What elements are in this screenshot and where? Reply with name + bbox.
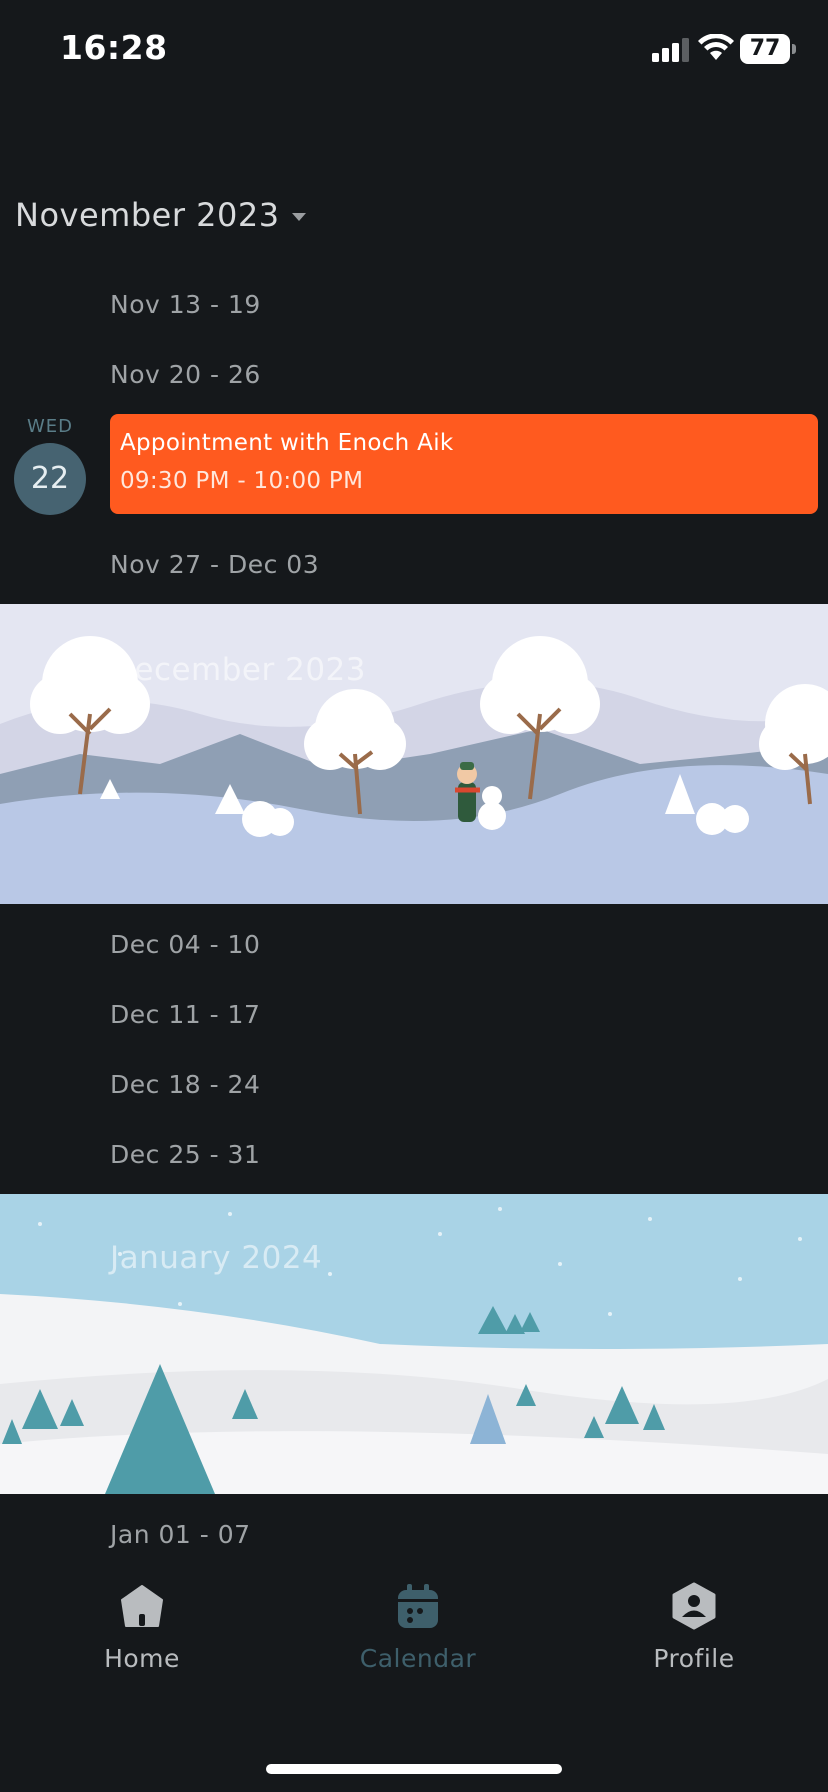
week-row[interactable]: Dec 11 - 17 [110,1000,260,1029]
month-selector[interactable]: November 2023 [15,196,306,234]
wifi-icon [698,34,734,60]
battery-icon: 77 [740,34,796,64]
caret-down-icon [291,213,306,221]
january-banner-title: January 2024 [110,1240,323,1276]
day-weekday: WED [26,416,74,437]
event-card[interactable]: Appointment with Enoch Aik 09:30 PM - 10… [110,414,818,514]
event-time: 09:30 PM - 10:00 PM [120,468,364,494]
event-title: Appointment with Enoch Aik [120,430,454,456]
week-row[interactable]: Dec 04 - 10 [110,930,260,959]
selected-day: WED 22 [14,416,86,515]
december-banner: December 2023 [0,604,828,904]
status-bar: 16:28 77 [0,0,828,100]
winter-snowman-illustration [0,604,828,904]
home-indicator[interactable] [266,1764,562,1774]
tab-bar: Home Calendar Profile [0,1560,828,1792]
tab-home[interactable]: Home [52,1582,232,1673]
week-row[interactable]: Nov 13 - 19 [110,290,261,319]
week-row[interactable]: Nov 20 - 26 [110,360,261,389]
calendar-icon [398,1584,438,1628]
cellular-signal-icon [652,38,689,62]
december-banner-title: December 2023 [110,652,366,688]
tab-label: Calendar [359,1644,477,1673]
tab-calendar[interactable]: Calendar [328,1582,508,1673]
tab-label: Home [104,1644,180,1673]
week-row[interactable]: Jan 01 - 07 [110,1520,251,1549]
status-time: 16:28 [60,28,168,67]
tab-profile[interactable]: Profile [604,1582,784,1673]
day-number-badge: 22 [14,443,86,515]
profile-icon [672,1582,716,1630]
month-title: November 2023 [15,196,280,234]
week-row[interactable]: Dec 18 - 24 [110,1070,260,1099]
tab-label: Profile [653,1644,735,1673]
home-icon [121,1585,163,1627]
week-row[interactable]: Nov 27 - Dec 03 [110,550,319,579]
battery-level: 77 [749,36,781,61]
week-row[interactable]: Dec 25 - 31 [110,1140,260,1169]
january-banner: January 2024 [0,1194,828,1494]
snowy-pine-landscape-illustration [0,1194,828,1494]
